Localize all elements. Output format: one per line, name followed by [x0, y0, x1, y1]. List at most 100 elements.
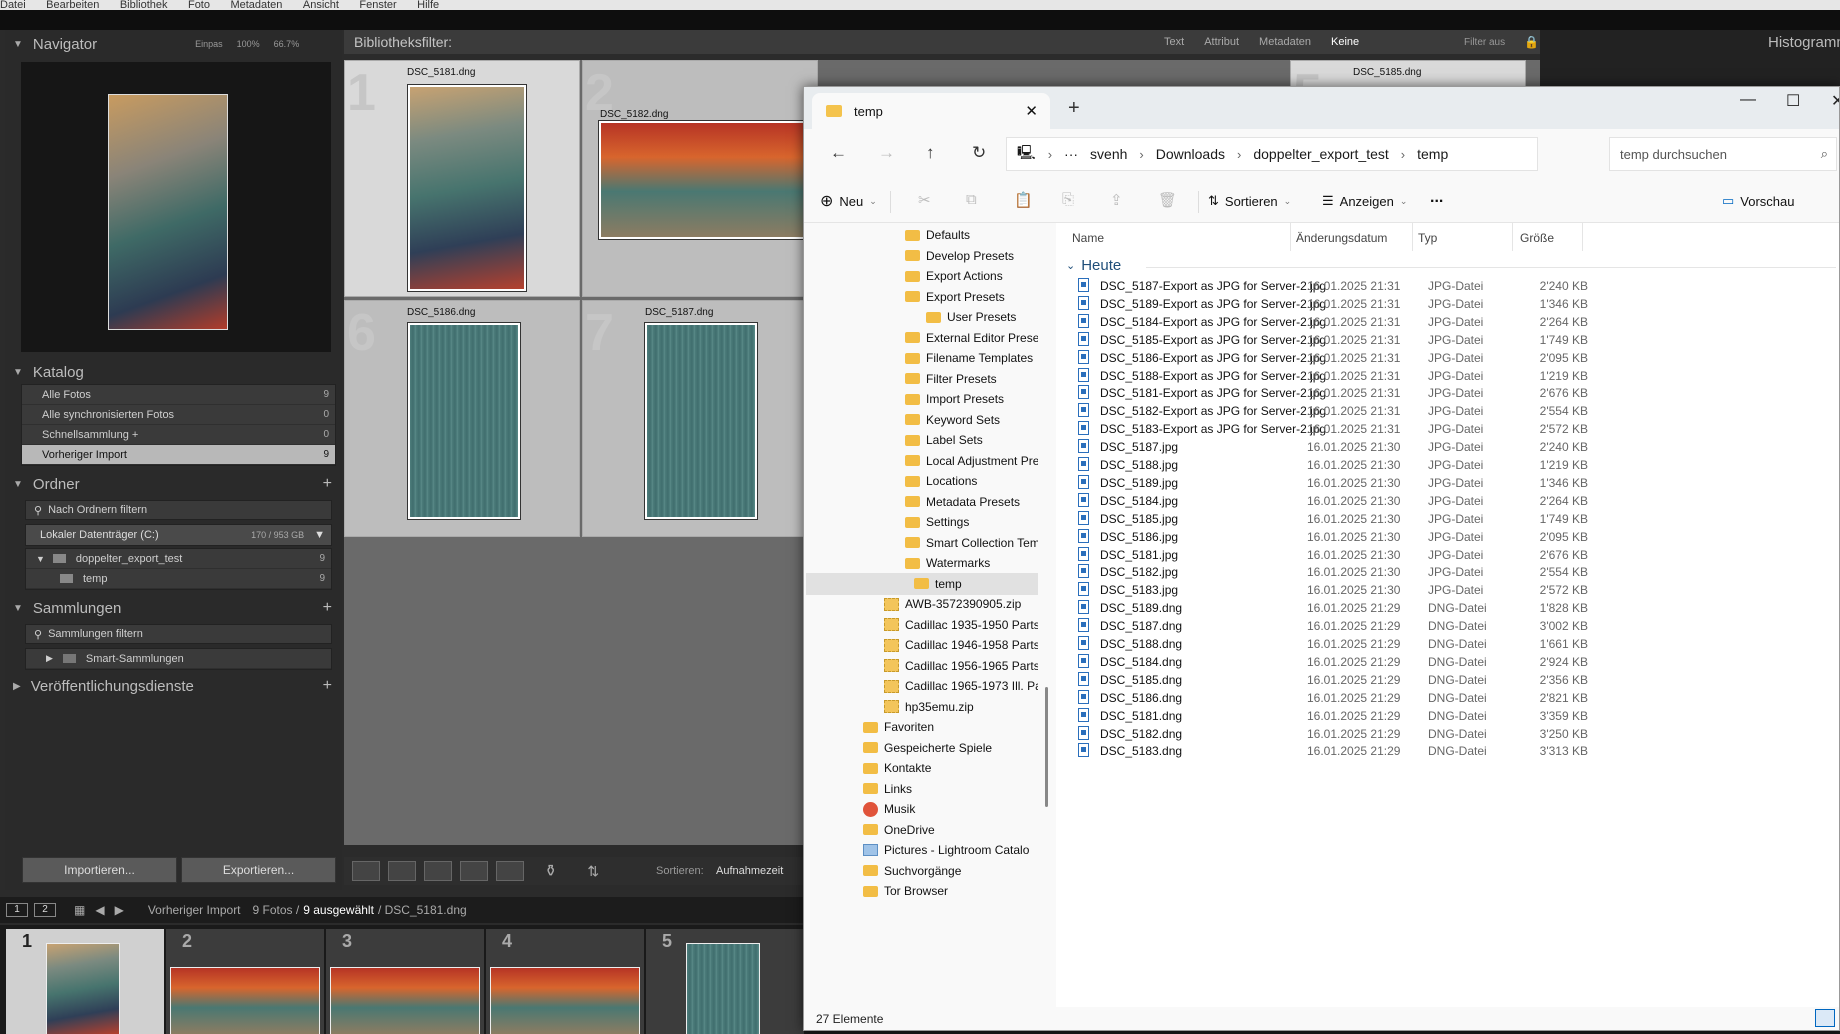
- paste-icon[interactable]: 📋: [1014, 191, 1033, 209]
- zoom-66[interactable]: 66.7%: [274, 39, 300, 49]
- filmstrip-thumbnail[interactable]: [490, 967, 640, 1034]
- zoom-100[interactable]: 100%: [237, 39, 260, 49]
- sammlungen-header[interactable]: ▼ Sammlungen +: [5, 596, 342, 620]
- breadcrumb-item[interactable]: temp: [1417, 146, 1448, 162]
- grid-thumbnail[interactable]: [407, 322, 521, 520]
- back-arrow-icon[interactable]: ←: [830, 143, 847, 163]
- menu-item[interactable]: Bearbeiten: [46, 0, 99, 10]
- filter-none[interactable]: Keine: [1331, 36, 1359, 48]
- zoom-fit[interactable]: Einpas: [195, 39, 223, 49]
- close-window-icon[interactable]: ✕: [1831, 91, 1839, 111]
- share-icon[interactable]: ⇪: [1110, 191, 1123, 209]
- nav-pane-item[interactable]: External Editor Presets: [804, 327, 1038, 349]
- divider[interactable]: [1512, 223, 1513, 251]
- nav-pane-item[interactable]: Export Actions: [804, 265, 1003, 287]
- new-button[interactable]: ⊕ Neu ⌄: [820, 191, 877, 211]
- overflow-icon[interactable]: ···: [1064, 146, 1078, 162]
- up-arrow-icon[interactable]: ↑: [926, 143, 935, 163]
- nav-pane-item[interactable]: Import Presets: [804, 388, 1004, 410]
- add-collection-icon[interactable]: +: [323, 599, 332, 617]
- divider[interactable]: [1582, 223, 1583, 251]
- nav-pane-item[interactable]: Cadillac 1946-1958 Parts.zi: [804, 634, 1038, 656]
- navigator-preview[interactable]: [21, 62, 331, 352]
- filmstrip-thumbnail[interactable]: [330, 967, 480, 1034]
- collection-search-input[interactable]: ⚲ Sammlungen filtern: [25, 624, 332, 644]
- loupe-view-icon[interactable]: [388, 861, 416, 881]
- survey-view-icon[interactable]: [460, 861, 488, 881]
- collapse-triangle-icon[interactable]: ▼: [13, 603, 23, 614]
- chevron-right-icon[interactable]: ›: [1139, 147, 1143, 162]
- explorer-tab[interactable]: temp ✕: [812, 93, 1050, 129]
- filmstrip-filename[interactable]: / DSC_5181.dng: [378, 903, 467, 917]
- forward-arrow-icon[interactable]: ▶: [115, 903, 124, 917]
- nav-pane-item[interactable]: Defaults: [804, 224, 970, 246]
- delete-icon[interactable]: 🗑: [1158, 191, 1177, 209]
- copy-icon[interactable]: ⧉: [966, 191, 977, 208]
- back-arrow-icon[interactable]: ◀: [95, 903, 104, 917]
- katalog-item[interactable]: Alle synchronisierten Fotos 0: [22, 405, 335, 425]
- import-button[interactable]: Importieren...: [22, 857, 177, 883]
- filmstrip-thumbnail[interactable]: [686, 943, 760, 1034]
- grid-icon[interactable]: ▦: [74, 903, 85, 917]
- nav-pane-item[interactable]: Settings: [804, 511, 969, 533]
- filmstrip-cell[interactable]: 2: [166, 929, 324, 1034]
- sort-button[interactable]: ⇅ Sortieren ⌄: [1208, 193, 1291, 209]
- grid-cell[interactable]: 7 DSC_5187.dng: [582, 300, 818, 537]
- breadcrumb[interactable]: 🖳 › ··· svenh › Downloads › doppelter_ex…: [1006, 137, 1538, 171]
- minimize-icon[interactable]: —: [1740, 91, 1756, 109]
- nav-pane-item[interactable]: Export Presets: [804, 286, 1005, 308]
- people-view-icon[interactable]: [496, 861, 524, 881]
- nav-pane-item[interactable]: Suchvorgänge: [804, 860, 961, 882]
- chevron-right-icon[interactable]: ›: [1401, 147, 1405, 162]
- filter-metadata[interactable]: Metadaten: [1259, 36, 1311, 48]
- chevron-down-icon[interactable]: ⌄: [1066, 259, 1075, 272]
- breadcrumb-item[interactable]: svenh: [1090, 146, 1127, 162]
- new-tab-icon[interactable]: +: [1068, 97, 1080, 120]
- nav-pane-item[interactable]: Watermarks: [804, 552, 990, 574]
- primary-window-button[interactable]: 1: [6, 903, 28, 917]
- histogram-title[interactable]: Histogramm: [1768, 34, 1840, 51]
- folder-item[interactable]: temp 9: [26, 569, 331, 589]
- filmstrip-cell[interactable]: 4: [486, 929, 644, 1034]
- filmstrip-thumbnail[interactable]: [170, 967, 320, 1034]
- nav-pane-item[interactable]: Gespeicherte Spiele: [804, 737, 992, 759]
- expand-triangle-icon[interactable]: ▶: [13, 681, 21, 692]
- katalog-item-selected[interactable]: Vorheriger Import 9: [22, 445, 335, 465]
- view-button[interactable]: ☰ Anzeigen ⌄: [1322, 193, 1407, 209]
- file-row[interactable]: DSC_5183.dng 16.01.2025 21:29 DNG-Datei 3'3…: [1056, 740, 1839, 761]
- filmstrip-cell[interactable]: 5: [646, 929, 804, 1034]
- katalog-header[interactable]: ▼ Katalog: [5, 360, 342, 384]
- refresh-icon[interactable]: ↻: [972, 143, 986, 163]
- nav-pane-item[interactable]: Musik: [804, 798, 915, 820]
- smart-collections-item[interactable]: ▶ Smart-Sammlungen: [26, 649, 331, 669]
- computer-icon[interactable]: 🖳: [1017, 142, 1036, 166]
- nav-pane-item[interactable]: Cadillac 1935-1950 Parts.zi: [804, 614, 1038, 636]
- grid-thumbnail[interactable]: [407, 84, 527, 292]
- nav-pane-item[interactable]: Tor Browser: [804, 880, 948, 902]
- close-tab-icon[interactable]: ✕: [1025, 102, 1038, 120]
- menu-item[interactable]: Bibliothek: [120, 0, 168, 10]
- volume-collapse-icon[interactable]: ▼: [314, 529, 325, 541]
- nav-pane-item[interactable]: Filename Templates: [804, 347, 1033, 369]
- grid-cell[interactable]: 1 DSC_5181.dng: [344, 60, 580, 297]
- preview-button[interactable]: ▭ Vorschau: [1722, 193, 1795, 209]
- nav-pane-item[interactable]: Develop Presets: [804, 245, 1014, 267]
- menu-item[interactable]: Foto: [188, 0, 210, 10]
- nav-pane-item[interactable]: Local Adjustment Pres: [804, 450, 1038, 472]
- details-view-button[interactable]: [1815, 1009, 1835, 1027]
- expand-icon[interactable]: ▶: [46, 653, 53, 664]
- scrollbar[interactable]: [1045, 687, 1048, 807]
- compare-view-icon[interactable]: [424, 861, 452, 881]
- nav-pane-item[interactable]: Cadillac 1956-1965 Parts.zi: [804, 655, 1038, 677]
- nav-pane-item[interactable]: Metadata Presets: [804, 491, 1020, 513]
- collapse-triangle-icon[interactable]: ▼: [13, 39, 23, 50]
- group-header[interactable]: ⌄ Heute: [1066, 257, 1121, 274]
- katalog-item[interactable]: Alle Fotos 9: [22, 385, 335, 405]
- nav-pane-item[interactable]: Locations: [804, 470, 977, 492]
- sort-dropdown[interactable]: Aufnahmezeit: [716, 865, 783, 877]
- folder-search-input[interactable]: ⚲ Nach Ordnern filtern: [25, 500, 332, 520]
- grid-thumbnail[interactable]: [644, 322, 758, 520]
- add-publish-service-icon[interactable]: +: [323, 677, 332, 695]
- menu-item[interactable]: Fenster: [359, 0, 396, 10]
- cut-icon[interactable]: ✂: [918, 191, 931, 209]
